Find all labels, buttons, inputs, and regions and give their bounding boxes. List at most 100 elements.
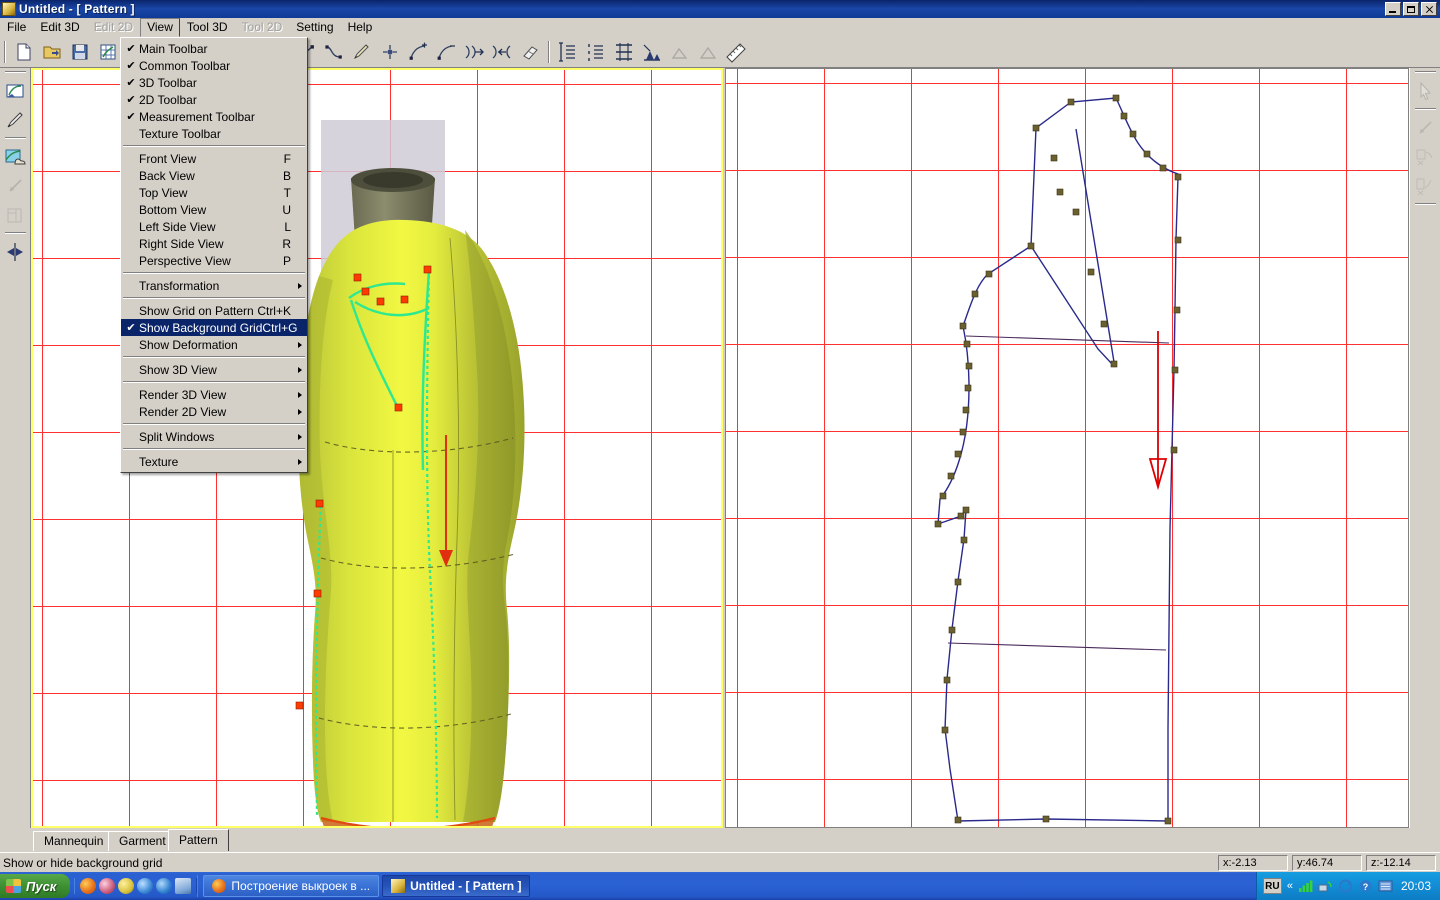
new-file-icon[interactable]	[11, 40, 37, 65]
tab-mannequin[interactable]: Mannequin	[33, 831, 114, 851]
media-player-icon[interactable]	[99, 878, 115, 894]
menu-item-texture[interactable]: Texture	[121, 453, 307, 470]
menu-item-accel: P	[283, 254, 305, 268]
app-icon	[2, 2, 16, 16]
coord-z: z:-12.14	[1366, 855, 1436, 871]
menu-item-label: Measurement Toolbar	[139, 110, 305, 124]
refresh-icon[interactable]	[1338, 879, 1353, 893]
menu-item-texture-toolbar[interactable]: Texture Toolbar	[121, 125, 307, 142]
save-icon[interactable]	[67, 40, 93, 65]
menu-item-render-3d-view[interactable]: Render 3D View	[121, 386, 307, 403]
signal-bars-icon[interactable]	[1298, 879, 1313, 893]
toolbar-separator	[5, 232, 26, 234]
menu-item-label: Perspective View	[139, 254, 283, 268]
curve-tool-icon[interactable]	[321, 40, 347, 65]
eraser-icon[interactable]	[517, 40, 543, 65]
menu-item-2d-toolbar[interactable]: ✔ 2D Toolbar	[121, 91, 307, 108]
browser-icon[interactable]	[137, 878, 153, 894]
keyboard-icon[interactable]	[1378, 879, 1393, 893]
menu-item-front-view[interactable]: Front View F	[121, 150, 307, 167]
help-icon[interactable]: ?	[1358, 879, 1373, 893]
tray-expand-icon[interactable]: «	[1287, 880, 1293, 892]
panel-icon	[2, 201, 29, 228]
menu-item-label: Top View	[139, 186, 284, 200]
measure-horizontal-icon[interactable]	[611, 40, 637, 65]
pattern-grid-icon[interactable]	[95, 40, 121, 65]
menu-item-back-view[interactable]: Back View B	[121, 167, 307, 184]
close-button[interactable]	[1421, 2, 1437, 16]
menu-tool-3d[interactable]: Tool 3D	[180, 18, 235, 37]
menu-item-transformation[interactable]: Transformation	[121, 277, 307, 294]
add-point-icon[interactable]	[405, 40, 431, 65]
menu-separator	[123, 423, 305, 425]
menu-edit-3d[interactable]: Edit 3D	[33, 18, 86, 37]
point-tool-icon[interactable]	[377, 40, 403, 65]
document-icon[interactable]	[175, 878, 191, 894]
menu-item-measurement-toolbar[interactable]: ✔ Measurement Toolbar	[121, 108, 307, 125]
menu-item-3d-toolbar[interactable]: ✔ 3D Toolbar	[121, 74, 307, 91]
menu-item-label: Bottom View	[139, 203, 282, 217]
restore-button[interactable]	[1403, 2, 1419, 16]
menu-item-perspective-view[interactable]: Perspective View P	[121, 252, 307, 269]
menu-item-top-view[interactable]: Top View T	[121, 184, 307, 201]
menu-item-label: Render 3D View	[139, 388, 305, 402]
select-surface-icon[interactable]	[2, 77, 29, 104]
grab-pattern-icon[interactable]	[2, 143, 29, 170]
tab-garment[interactable]: Garment	[108, 831, 177, 851]
measure-chart-icon[interactable]	[639, 40, 665, 65]
arrow-move-icon	[2, 172, 29, 199]
toolbar-separator	[1415, 203, 1436, 205]
2d-pattern-viewport[interactable]	[725, 68, 1409, 828]
language-indicator[interactable]: RU	[1263, 878, 1282, 894]
pointer-icon	[1412, 77, 1439, 104]
menu-item-label: Main Toolbar	[139, 42, 305, 56]
split-curve-icon[interactable]	[461, 40, 487, 65]
menu-item-label: Left Side View	[139, 220, 284, 234]
menu-file[interactable]: File	[0, 18, 33, 37]
view-dropdown-menu[interactable]: ✔ Main Toolbar ✔ Common Toolbar ✔ 3D Too…	[120, 37, 308, 473]
menu-item-accel: R	[282, 237, 305, 251]
taskbar-item-pattern-app[interactable]: Untitled - [ Pattern ]	[382, 875, 530, 897]
menu-view[interactable]: View	[140, 18, 180, 37]
task-buttons: Построение выкроек в ... Untitled - [ Pa…	[197, 875, 1255, 897]
menu-item-accel: Ctrl+K	[257, 304, 305, 318]
measure-vertical-icon[interactable]	[555, 40, 581, 65]
pattern-pieces[interactable]	[726, 69, 1408, 827]
menu-item-show-deformation[interactable]: Show Deformation	[121, 336, 307, 353]
menu-item-left-side-view[interactable]: Left Side View L	[121, 218, 307, 235]
merge-curve-icon[interactable]	[489, 40, 515, 65]
menu-item-split-windows[interactable]: Split Windows	[121, 428, 307, 445]
menu-item-show-3d-view[interactable]: Show 3D View	[121, 361, 307, 378]
menu-item-label: Texture	[139, 455, 305, 469]
taskbar-item-browser[interactable]: Построение выкроек в ...	[203, 875, 379, 897]
network-icon[interactable]	[1318, 879, 1333, 893]
menu-setting[interactable]: Setting	[289, 18, 340, 37]
menu-item-show-background-grid[interactable]: ✔ Show Background Grid Ctrl+G	[121, 319, 307, 336]
menu-item-show-grid-on-pattern[interactable]: Show Grid on Pattern Ctrl+K	[121, 302, 307, 319]
minimize-button[interactable]	[1385, 2, 1401, 16]
measure-segment-icon[interactable]	[583, 40, 609, 65]
menu-item-accel: U	[282, 203, 305, 217]
menu-item-label: Common Toolbar	[139, 59, 305, 73]
remove-point-icon[interactable]	[433, 40, 459, 65]
ruler-icon[interactable]	[723, 40, 749, 65]
measure-angle-icon	[695, 40, 721, 65]
submenu-arrow-icon	[298, 434, 302, 440]
winamp-icon[interactable]	[118, 878, 134, 894]
menu-item-render-2d-view[interactable]: Render 2D View	[121, 403, 307, 420]
menu-help[interactable]: Help	[341, 18, 380, 37]
draw-curve-icon[interactable]	[2, 106, 29, 133]
symmetry-icon[interactable]	[2, 238, 29, 265]
start-button[interactable]: Пуск	[0, 874, 70, 898]
taskbar: Пуск Построение выкроек в ... Untitled -…	[0, 872, 1440, 900]
firefox-icon[interactable]	[80, 878, 96, 894]
menu-item-main-toolbar[interactable]: ✔ Main Toolbar	[121, 40, 307, 57]
tab-pattern[interactable]: Pattern	[168, 829, 229, 851]
menu-item-right-side-view[interactable]: Right Side View R	[121, 235, 307, 252]
pencil-tool-icon[interactable]	[349, 40, 375, 65]
clock[interactable]: 20:03	[1398, 879, 1434, 893]
menu-item-bottom-view[interactable]: Bottom View U	[121, 201, 307, 218]
explorer-icon[interactable]	[156, 878, 172, 894]
open-folder-icon[interactable]	[39, 40, 65, 65]
menu-item-common-toolbar[interactable]: ✔ Common Toolbar	[121, 57, 307, 74]
